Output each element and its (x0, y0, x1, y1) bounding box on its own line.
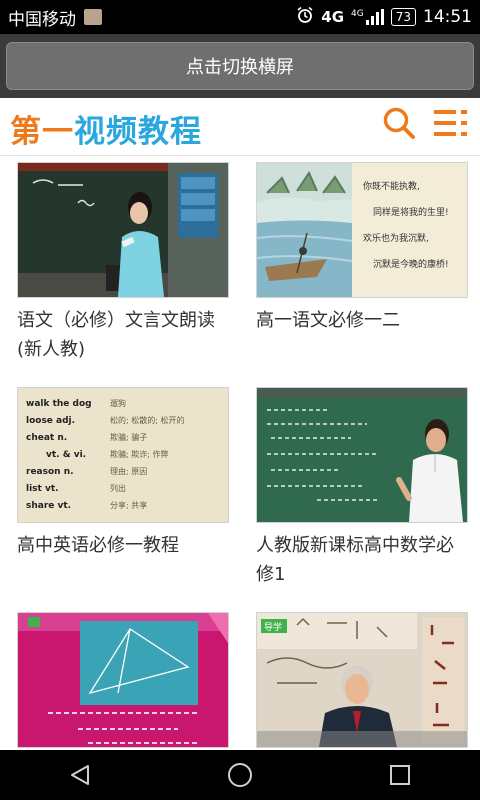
logo-part-2: 视频教程 (74, 114, 202, 150)
network-type-label: 4G (321, 8, 345, 26)
zh-gloss-1: 遛狗 (110, 398, 126, 408)
back-button[interactable] (50, 755, 110, 795)
video-title: 高一语文必修一二 (256, 310, 400, 331)
switch-landscape-button[interactable]: 点击切换横屏 (6, 42, 474, 90)
video-title: 语文（必修）文言文朗读(新人教) (17, 310, 215, 360)
video-thumbnail: 你既不能执教, 同样是将我的生里! 欢乐也为我沉默, 沉默是今晚的康桥! (256, 162, 468, 298)
alarm-icon (296, 6, 314, 28)
recents-square-icon (390, 765, 410, 785)
video-card[interactable]: walk the dog loose adj. cheat n. vt. & v… (17, 387, 229, 560)
list-menu-icon (434, 110, 467, 136)
zh-gloss-4: 欺骗; 欺诈; 作弊 (110, 449, 168, 459)
en-word-6: list vt. (26, 484, 59, 494)
battery-indicator: 73 (390, 8, 416, 26)
search-button[interactable] (382, 106, 416, 140)
en-word-7: share vt. (26, 501, 71, 511)
en-word-5: reason n. (26, 467, 74, 477)
video-card[interactable]: 你既不能执教, 同样是将我的生里! 欢乐也为我沉默, 沉默是今晚的康桥! 高一语… (256, 162, 468, 335)
video-thumbnail (17, 612, 229, 748)
logo-part-1: 第一 (10, 114, 74, 150)
video-card[interactable]: 导学 (256, 612, 468, 750)
video-title: 高中英语必修一教程 (17, 535, 179, 556)
system-nav-bar (0, 750, 480, 800)
network-small-label: 4G (351, 9, 364, 19)
zh-gloss-5: 理由; 原因 (110, 466, 147, 476)
poem-line-3: 欢乐也为我沉默, (363, 232, 429, 244)
en-word-1: walk the dog (26, 399, 92, 409)
recents-button[interactable] (370, 755, 430, 795)
video-card[interactable] (17, 612, 229, 750)
thumb-tag: 导学 (264, 621, 282, 633)
app-notification-icon (84, 9, 102, 25)
home-button[interactable] (210, 755, 270, 795)
signal-icon: 4G (351, 9, 384, 25)
app-header: 第一视频教程 (0, 98, 480, 156)
back-triangle-icon (71, 765, 89, 785)
en-word-4: vt. & vi. (46, 450, 86, 460)
video-card[interactable]: 语文（必修）文言文朗读(新人教) (17, 162, 229, 364)
video-thumbnail (17, 162, 229, 298)
zh-gloss-6: 列出 (110, 483, 126, 493)
en-word-3: cheat n. (26, 433, 67, 443)
status-bar: 中国移动 4G 4G 73 14:51 (0, 0, 480, 34)
site-logo[interactable]: 第一视频教程 (10, 106, 202, 151)
video-thumbnail: 导学 (256, 612, 468, 748)
rotate-toolbar: 点击切换横屏 (0, 34, 480, 98)
en-word-2: loose adj. (26, 416, 75, 426)
video-card[interactable]: 人教版新课标高中数学必修1 (256, 387, 468, 589)
poem-line-4: 沉默是今晚的康桥! (373, 258, 449, 270)
poem-line-2: 同样是将我的生里! (373, 206, 449, 218)
menu-button[interactable] (432, 106, 470, 140)
video-list[interactable]: 语文（必修）文言文朗读(新人教) 你既不能执教, 同样是将我的生里! 欢乐也为我… (0, 156, 480, 750)
carrier-label: 中国移动 (8, 9, 76, 30)
clock-label: 14:51 (423, 7, 472, 27)
video-thumbnail: walk the dog loose adj. cheat n. vt. & v… (17, 387, 229, 523)
poem-line-1: 你既不能执教, (363, 180, 420, 192)
zh-gloss-7: 分享; 共享 (110, 500, 147, 510)
video-title: 人教版新课标高中数学必修1 (256, 535, 454, 585)
search-icon (383, 107, 415, 139)
home-circle-icon (228, 763, 252, 787)
zh-gloss-2: 松的; 松散的; 松开的 (110, 415, 184, 425)
zh-gloss-3: 欺骗; 骗子 (110, 432, 147, 442)
video-thumbnail (256, 387, 468, 523)
